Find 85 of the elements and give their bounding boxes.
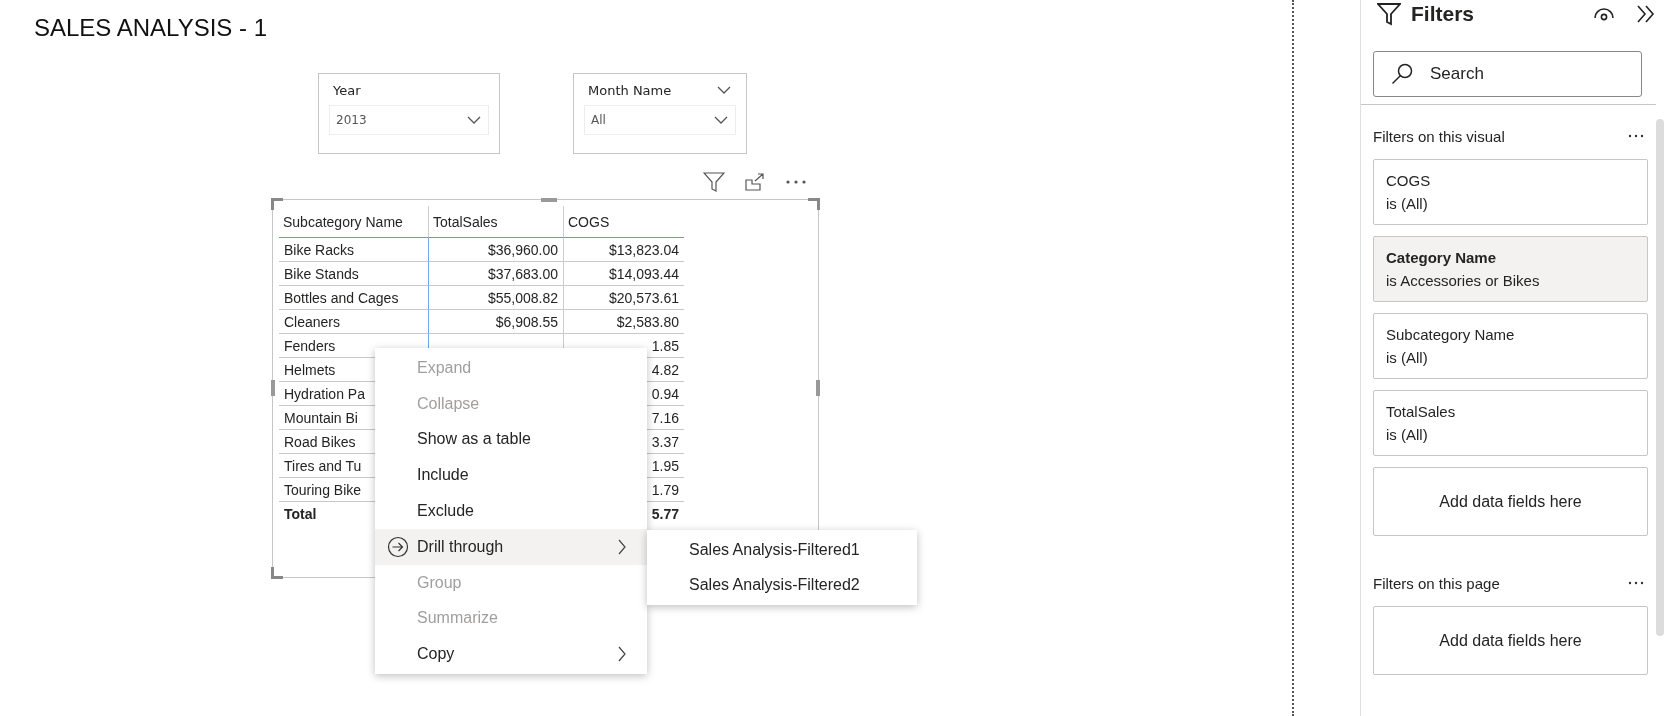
- menu-item[interactable]: Include: [375, 457, 647, 494]
- filter-card[interactable]: Subcategory Name is (All): [1373, 313, 1648, 379]
- column-header[interactable]: COGS: [563, 206, 684, 238]
- chevron-down-icon[interactable]: [716, 85, 732, 95]
- table-cell: Fenders: [284, 337, 336, 354]
- table-cell: Bottles and Cages: [284, 289, 399, 306]
- arrow-circle-icon: [387, 535, 409, 558]
- table-cell: 1.85: [651, 337, 679, 354]
- total-cell: Total: [284, 506, 317, 522]
- table-cell: 3.37: [651, 433, 679, 450]
- table-cell: Touring Bike: [284, 481, 362, 498]
- filter-condition: is (All): [1386, 426, 1429, 443]
- total-cell: 5.77: [651, 506, 679, 522]
- filter-card[interactable]: Category Name is Accessories or Bikes: [1373, 236, 1648, 302]
- table-cell: 4.82: [651, 361, 679, 378]
- table-cell: 1.79: [651, 481, 679, 498]
- more-options-icon[interactable]: [785, 179, 807, 185]
- eye-icon[interactable]: [1594, 7, 1614, 21]
- table-cell: 7.16: [651, 409, 679, 426]
- table-cell: 0.94: [651, 385, 679, 402]
- table-cell: $55,008.82: [487, 289, 558, 306]
- table-cell: $2,583.80: [616, 313, 679, 330]
- table-cell: Bike Racks: [284, 241, 355, 258]
- resize-handle[interactable]: [808, 198, 820, 210]
- menu-item[interactable]: Sales Analysis-Filtered2: [647, 567, 917, 603]
- filter-condition: is (All): [1386, 195, 1429, 212]
- table-cell: $20,573.61: [608, 289, 679, 306]
- filter-field: TotalSales: [1386, 403, 1635, 420]
- filter-card[interactable]: TotalSales is (All): [1373, 390, 1648, 456]
- more-options-icon[interactable]: [1628, 581, 1644, 585]
- drop-zone-text: Add data fields here: [1439, 492, 1582, 511]
- chevron-right-icon: [617, 646, 627, 663]
- section-title: Filters on this visual: [1373, 127, 1505, 145]
- column-header[interactable]: Subcategory Name: [279, 206, 428, 238]
- table-cell: 1.95: [651, 457, 679, 474]
- drop-zone[interactable]: Add data fields here: [1373, 467, 1648, 536]
- table-cell: $14,093.44: [608, 265, 679, 282]
- collapse-icon[interactable]: [1636, 5, 1656, 23]
- table-cell: Tires and Tu: [284, 457, 362, 474]
- focus-mode-icon[interactable]: [745, 173, 765, 191]
- table-cell: $13,823.04: [608, 241, 679, 258]
- table-cell: Mountain Bi: [284, 409, 358, 426]
- menu-item[interactable]: Drill through: [375, 529, 647, 565]
- menu-item[interactable]: Exclude: [375, 493, 647, 529]
- slicer-label: Month Name: [588, 82, 672, 98]
- search-field[interactable]: Search: [1373, 51, 1642, 97]
- dropdown[interactable]: All: [584, 105, 736, 135]
- filter-condition: is Accessories or Bikes: [1386, 272, 1541, 289]
- filter-icon[interactable]: [703, 172, 725, 192]
- pane-title: Filters: [1411, 2, 1475, 26]
- search-icon: [1391, 63, 1413, 85]
- table-cell: $36,960.00: [487, 241, 558, 258]
- page-title: SALES ANALYSIS - 1: [34, 14, 267, 42]
- more-options-icon[interactable]: [1628, 134, 1644, 138]
- column-header[interactable]: TotalSales: [428, 206, 563, 238]
- table-cell: Road Bikes: [284, 433, 356, 450]
- table-cell: $6,908.55: [495, 313, 558, 330]
- resize-handle[interactable]: [271, 198, 283, 210]
- scrollbar[interactable]: [1656, 119, 1664, 636]
- table-cell: Hydration Pa: [284, 385, 365, 402]
- filter-card[interactable]: COGS is (All): [1373, 159, 1648, 225]
- table-cell: $37,683.00: [487, 265, 558, 282]
- menu-item[interactable]: Sales Analysis-Filtered1: [647, 532, 917, 568]
- resize-handle[interactable]: [271, 567, 283, 579]
- menu-item[interactable]: Show as a table: [375, 421, 647, 458]
- slicer-label: Year: [333, 82, 361, 98]
- filter-field: Subcategory Name: [1386, 326, 1635, 343]
- filter-icon: [1377, 2, 1401, 26]
- dropdown[interactable]: 2013: [329, 105, 489, 135]
- menu-item[interactable]: Copy: [375, 636, 647, 673]
- resize-handle[interactable]: [271, 380, 275, 396]
- table-cell: Bike Stands: [284, 265, 359, 282]
- table-cell: Helmets: [284, 361, 336, 378]
- filter-condition: is (All): [1386, 349, 1429, 366]
- section-title: Filters on this page: [1373, 574, 1500, 592]
- filter-field: Category Name: [1386, 249, 1635, 266]
- chevron-down-icon: [466, 115, 482, 125]
- chevron-down-icon: [713, 115, 729, 125]
- chevron-right-icon: [617, 538, 627, 555]
- table-cell: Cleaners: [284, 313, 341, 330]
- drop-zone[interactable]: Add data fields here: [1373, 606, 1648, 675]
- resize-handle[interactable]: [816, 380, 820, 396]
- resize-handle[interactable]: [541, 198, 557, 202]
- filter-field: COGS: [1386, 172, 1635, 189]
- drop-zone-text: Add data fields here: [1439, 631, 1582, 650]
